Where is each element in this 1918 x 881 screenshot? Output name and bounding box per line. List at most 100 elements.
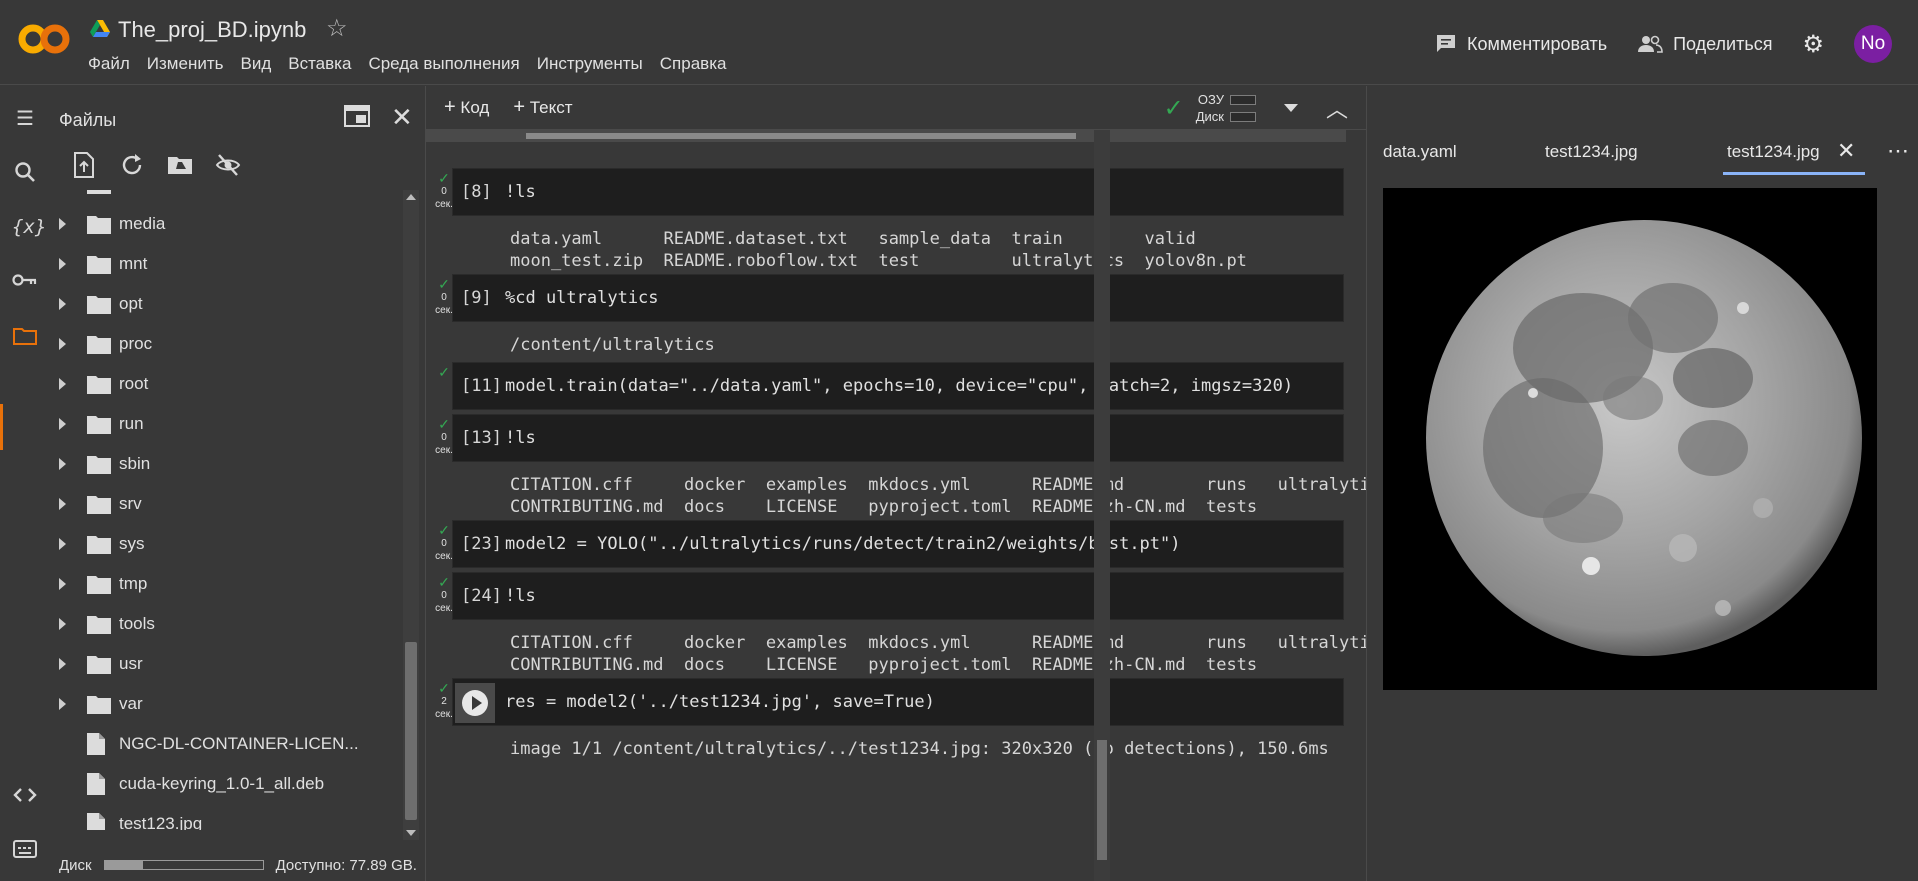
image-viewer-panel: data.yaml test1234.jpg test1234.jpg ✕ ⋯ (1366, 86, 1918, 881)
expand-caret-icon[interactable] (59, 578, 66, 590)
code-editor[interactable]: [9] %cd ultralytics (452, 274, 1344, 322)
notebook-cell[interactable]: ✓ [11] model.train(data="../data.yaml", ep… (426, 362, 1366, 414)
notebook-cell[interactable]: ✓ 0 сек. [13] !ls CITATION.cff docker example… (426, 414, 1390, 520)
expand-caret-icon[interactable] (59, 658, 66, 670)
file-tree-item[interactable]: NGC-DL-CONTAINER-LICEN... (49, 724, 401, 764)
close-tab-icon[interactable]: ✕ (1837, 138, 1855, 164)
menu-edit[interactable]: Изменить (147, 54, 224, 74)
add-code-button[interactable]: + Код (444, 96, 489, 119)
variables-icon[interactable]: {x} (12, 216, 46, 242)
file-tree-item[interactable]: test123.jpg (49, 804, 401, 830)
file-tree-item[interactable]: sbin (49, 444, 401, 484)
notebook-scrollbar[interactable] (1094, 130, 1110, 881)
expand-caret-icon[interactable] (59, 618, 66, 630)
code-editor[interactable]: [13] !ls (452, 414, 1344, 462)
comment-button[interactable]: Комментировать (1435, 33, 1607, 55)
more-tabs-icon[interactable]: ⋯ (1887, 138, 1909, 164)
expand-caret-icon[interactable] (59, 698, 66, 710)
folder-icon (87, 535, 111, 554)
tab-data-yaml[interactable]: data.yaml (1383, 142, 1457, 162)
file-tree-label: srv (119, 494, 142, 513)
cell-source: res = model2('../test1234.jpg', save=Tru… (505, 692, 935, 712)
settings-button[interactable]: ⚙ (1802, 30, 1824, 59)
file-tree-item[interactable]: tmp (49, 564, 401, 604)
code-editor[interactable]: [8] !ls (452, 168, 1344, 216)
hide-hidden-files-icon[interactable] (215, 152, 241, 178)
comment-icon (1436, 35, 1455, 52)
files-toolbar (71, 152, 241, 178)
menu-tools[interactable]: Инструменты (537, 54, 643, 74)
code-editor[interactable]: [23] model2 = YOLO("../ultralytics/runs/d… (452, 520, 1344, 568)
file-tree-item[interactable]: opt (49, 284, 401, 324)
file-tree-label: proc (119, 334, 153, 353)
expand-caret-icon[interactable] (59, 218, 66, 230)
notebook-cell[interactable]: ✓ 0 сек. [8] !ls data.yaml README.dataset.txt… (426, 168, 1366, 274)
menu-file[interactable]: Файл (88, 54, 130, 74)
notebook-cell[interactable]: ✓ 0 сек. [9] %cd ultralytics/content/ultraly… (426, 274, 1366, 362)
file-tree-item[interactable]: mnt (49, 244, 401, 284)
notebook-cell[interactable]: ✓ 0 сек. [24] !ls CITATION.cff docker example… (426, 572, 1390, 678)
folder-icon[interactable] (12, 326, 38, 352)
avatar[interactable]: No (1854, 25, 1892, 63)
code-editor[interactable]: res = model2('../test1234.jpg', save=Tru… (452, 678, 1344, 726)
colab-logo[interactable] (18, 22, 70, 56)
menu-runtime[interactable]: Среда выполнения (368, 54, 519, 74)
folder-icon (87, 655, 111, 674)
file-tree-item[interactable]: run (49, 404, 401, 444)
open-in-tab-icon[interactable] (344, 104, 370, 133)
code-editor[interactable]: [24] !ls (452, 572, 1344, 620)
add-text-button[interactable]: + Текст (513, 96, 572, 119)
file-tree-item[interactable]: tools (49, 604, 401, 644)
terminal-icon[interactable] (12, 840, 38, 866)
search-icon[interactable] (12, 161, 38, 187)
menu-view[interactable]: Вид (240, 54, 271, 74)
share-button[interactable]: Поделиться (1637, 34, 1772, 55)
file-tree-item[interactable]: media (49, 204, 401, 244)
menu-help[interactable]: Справка (660, 54, 727, 74)
file-tree-item[interactable]: proc (49, 324, 401, 364)
key-icon[interactable] (12, 271, 38, 297)
file-tree-item[interactable]: usr (49, 644, 401, 684)
notebook-cell[interactable]: ✓ 0 сек. [23] model2 = YOLO("../ultralytics/… (426, 520, 1366, 572)
run-cell-button[interactable] (455, 683, 495, 723)
chevron-down-icon[interactable] (1283, 104, 1298, 112)
expand-caret-icon[interactable] (59, 258, 66, 270)
menu-insert[interactable]: Вставка (288, 54, 351, 74)
notebook-title[interactable]: The_proj_BD.ipynb (118, 17, 306, 43)
file-tree-item[interactable]: root (49, 364, 401, 404)
expand-caret-icon[interactable] (59, 418, 66, 430)
disk-usage: Диск Доступно: 77.89 GB. (59, 854, 429, 876)
upload-icon[interactable] (71, 152, 97, 178)
expand-caret-icon[interactable] (59, 378, 66, 390)
code-snippets-icon[interactable] (12, 786, 38, 812)
output-hscroll[interactable] (426, 130, 1346, 142)
expand-caret-icon[interactable] (59, 538, 66, 550)
file-tree-item[interactable]: var (49, 684, 401, 724)
star-icon[interactable]: ☆ (326, 14, 348, 43)
cell-prompt: [23] (461, 534, 502, 554)
code-editor[interactable]: [11] model.train(data="../data.yaml", epo… (452, 362, 1344, 410)
file-tree-item[interactable]: cuda-keyring_1.0-1_all.deb (49, 764, 401, 804)
tab-test1234-a[interactable]: test1234.jpg (1545, 142, 1638, 162)
file-tree-item[interactable]: sys (49, 524, 401, 564)
files-scrollbar-thumb[interactable] (405, 642, 417, 820)
cell-output: CITATION.cff docker examples mkdocs.yml … (510, 475, 1391, 517)
tab-test1234-active[interactable]: test1234.jpg (1727, 142, 1820, 162)
notebook-scrollbar-thumb[interactable] (1097, 740, 1107, 860)
expand-caret-icon[interactable] (59, 498, 66, 510)
refresh-icon[interactable] (119, 152, 145, 178)
collapse-icon[interactable]: ︿ (1326, 92, 1348, 124)
drive-icon[interactable] (90, 20, 110, 38)
expand-caret-icon[interactable] (59, 458, 66, 470)
disk-meter-bar (1229, 111, 1256, 122)
file-tree-item[interactable]: libx32 (49, 190, 401, 204)
close-icon[interactable]: ✕ (391, 102, 413, 133)
notebook-cell[interactable]: ✓ 2 сек. res = model2('../test1234.jpg', sa… (426, 678, 1366, 818)
file-tree-item[interactable]: srv (49, 484, 401, 524)
toc-icon[interactable]: ☰ (12, 106, 38, 132)
expand-caret-icon[interactable] (59, 298, 66, 310)
expand-caret-icon[interactable] (59, 338, 66, 350)
runtime-status[interactable]: ✓ ОЗУ Диск ︿ (1164, 86, 1366, 130)
files-panel: Файлы ✕ libx32 media mnt opt proc root run sbin… (49, 86, 426, 881)
mount-drive-icon[interactable] (167, 152, 193, 178)
